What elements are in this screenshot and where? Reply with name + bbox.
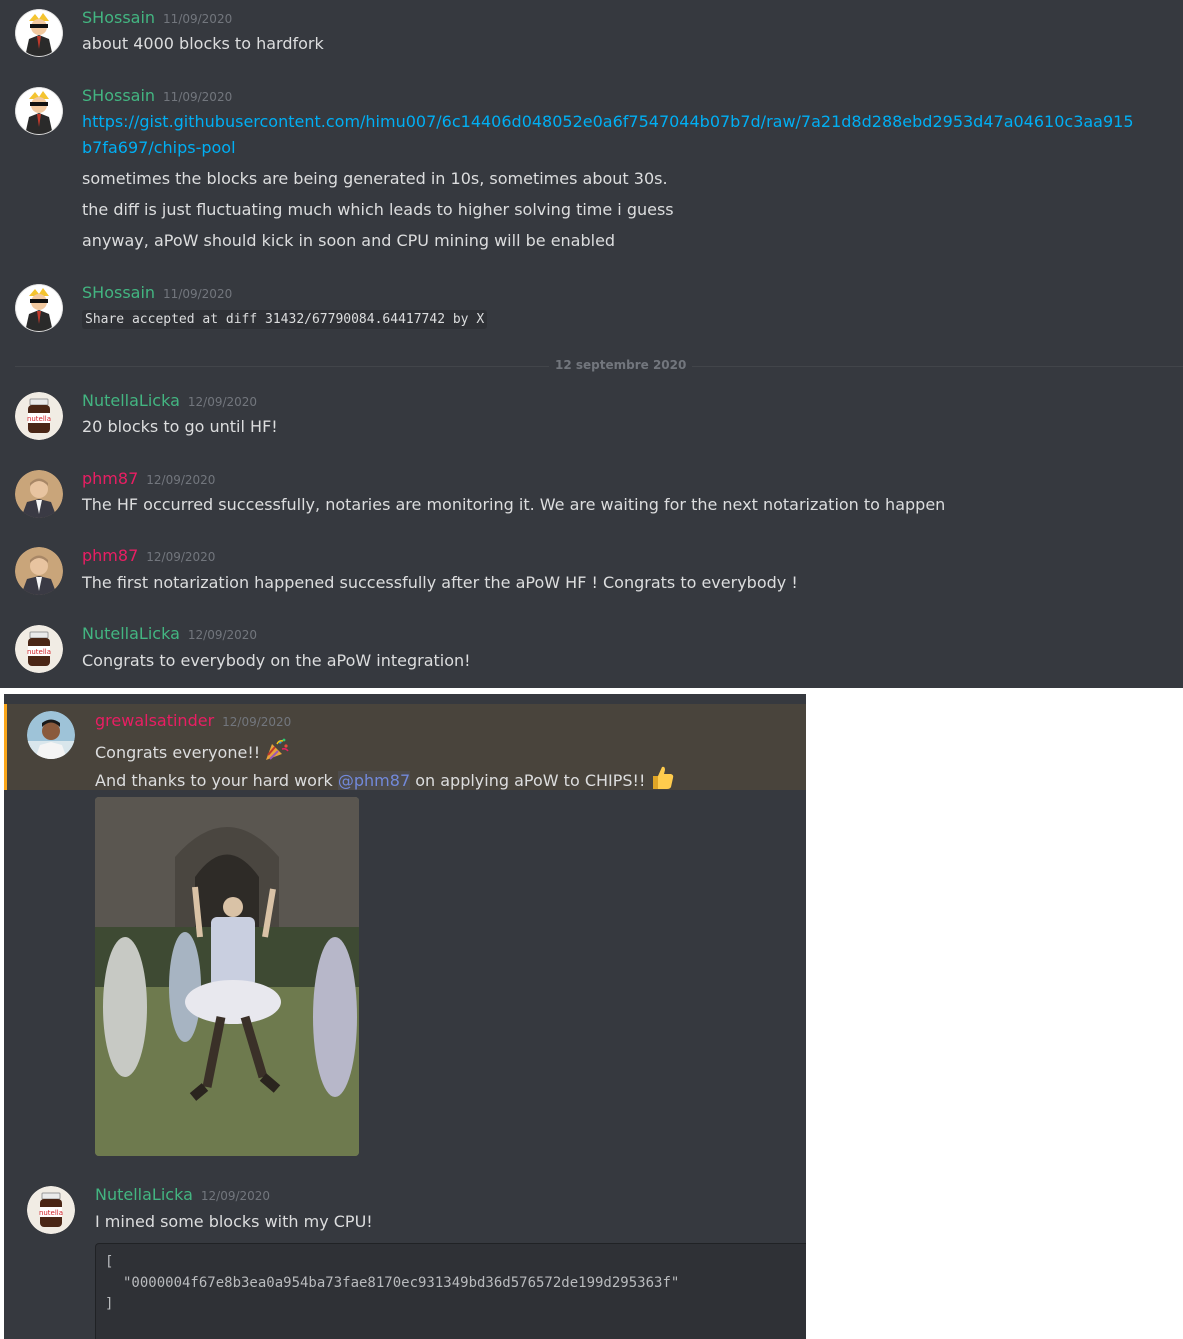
svg-text:nutella: nutella <box>39 1209 63 1217</box>
timestamp: 12/09/2020 <box>187 395 258 409</box>
username[interactable]: NutellaLicka <box>82 391 180 410</box>
avatar-phm87[interactable] <box>15 470 63 518</box>
message-text: Congrats to everybody on the aPoW integr… <box>82 651 471 670</box>
message-header: phm87 12/09/2020 <box>82 546 215 565</box>
gif-attachment[interactable] <box>95 797 359 1156</box>
date-divider-label: 12 septembre 2020 <box>549 358 693 372</box>
timestamp: 12/09/2020 <box>200 1189 271 1203</box>
message-text: I mined some blocks with my CPU! <box>95 1212 373 1231</box>
user-mention[interactable]: @phm87 <box>337 771 411 790</box>
svg-text:nutella: nutella <box>27 648 51 656</box>
gist-link[interactable]: https://gist.githubusercontent.com/himu0… <box>82 112 1134 131</box>
code-line: "0000004f67e8b3ea0a954ba73fae8170ec93134… <box>123 1275 680 1291</box>
timestamp: 11/09/2020 <box>163 12 233 26</box>
message-text: about 4000 blocks to hardfork <box>82 34 324 53</box>
message-header: NutellaLicka 12/09/2020 <box>82 624 257 643</box>
message-header: SHossain 11/09/2020 <box>82 8 232 27</box>
message-text-part: on applying aPoW to CHIPS!! <box>410 771 646 790</box>
message-text: anyway, aPoW should kick in soon and CPU… <box>82 231 616 250</box>
message-header: SHossain 11/09/2020 <box>82 283 232 302</box>
message-text: sometimes the blocks are being generated… <box>82 169 668 188</box>
username[interactable]: SHossain <box>82 283 155 302</box>
avatar-grewalsatinder[interactable] <box>27 711 75 759</box>
message-text-part: Congrats everyone!! <box>95 743 261 762</box>
message-text: The first notarization happened successf… <box>82 573 798 592</box>
avatar-phm87[interactable] <box>15 547 63 595</box>
username[interactable]: grewalsatinder <box>95 711 214 730</box>
timestamp: 12/09/2020 <box>146 473 216 487</box>
message-header: phm87 12/09/2020 <box>82 469 215 488</box>
chat-panel-top: SHossain 11/09/2020 about 4000 blocks to … <box>0 0 1183 688</box>
message-header: NutellaLicka 12/09/2020 <box>82 391 257 410</box>
timestamp: 11/09/2020 <box>163 287 233 301</box>
message-text: And thanks to your hard work @phm87 on a… <box>95 764 675 794</box>
username[interactable]: phm87 <box>82 469 138 488</box>
username[interactable]: NutellaLicka <box>95 1185 193 1204</box>
username[interactable]: SHossain <box>82 8 155 27</box>
username[interactable]: SHossain <box>82 86 155 105</box>
avatar-shossain[interactable] <box>15 87 63 135</box>
code-line: [ <box>105 1254 114 1270</box>
inline-code: Share accepted at diff 31432/67790084.64… <box>82 310 488 329</box>
timestamp: 12/09/2020 <box>146 550 216 564</box>
gist-link-continued[interactable]: b7fa697/chips-pool <box>82 138 236 157</box>
username[interactable]: NutellaLicka <box>82 624 180 643</box>
message-text: Congrats everyone!! <box>95 738 290 766</box>
message-header: NutellaLicka 12/09/2020 <box>95 1185 270 1204</box>
avatar-nutellalicka[interactable]: nutella <box>15 392 63 440</box>
code-block: [ "0000004f67e8b3ea0a954ba73fae8170ec931… <box>95 1243 806 1339</box>
code-line: ] <box>105 1296 114 1312</box>
avatar-shossain[interactable] <box>15 284 63 332</box>
message-text: The HF occurred successfully, notaries a… <box>82 495 946 514</box>
timestamp: 12/09/2020 <box>187 628 258 642</box>
message-text: 20 blocks to go until HF! <box>82 417 278 436</box>
party-popper-icon <box>264 738 290 766</box>
message-header: SHossain 11/09/2020 <box>82 86 232 105</box>
chat-panel-bottom: grewalsatinder 12/09/2020 Congrats everyo… <box>4 694 806 1339</box>
avatar-shossain[interactable] <box>15 9 63 57</box>
message-text-part: And thanks to your hard work <box>95 771 338 790</box>
svg-text:nutella: nutella <box>27 415 51 423</box>
timestamp: 11/09/2020 <box>163 90 233 104</box>
thumbs-up-icon <box>649 764 675 794</box>
username[interactable]: phm87 <box>82 546 138 565</box>
avatar-nutellalicka[interactable]: nutella <box>27 1186 75 1234</box>
message-header: grewalsatinder 12/09/2020 <box>95 711 291 730</box>
avatar-nutellalicka[interactable]: nutella <box>15 625 63 673</box>
message-text: the diff is just fluctuating much which … <box>82 200 674 219</box>
timestamp: 12/09/2020 <box>222 715 292 729</box>
